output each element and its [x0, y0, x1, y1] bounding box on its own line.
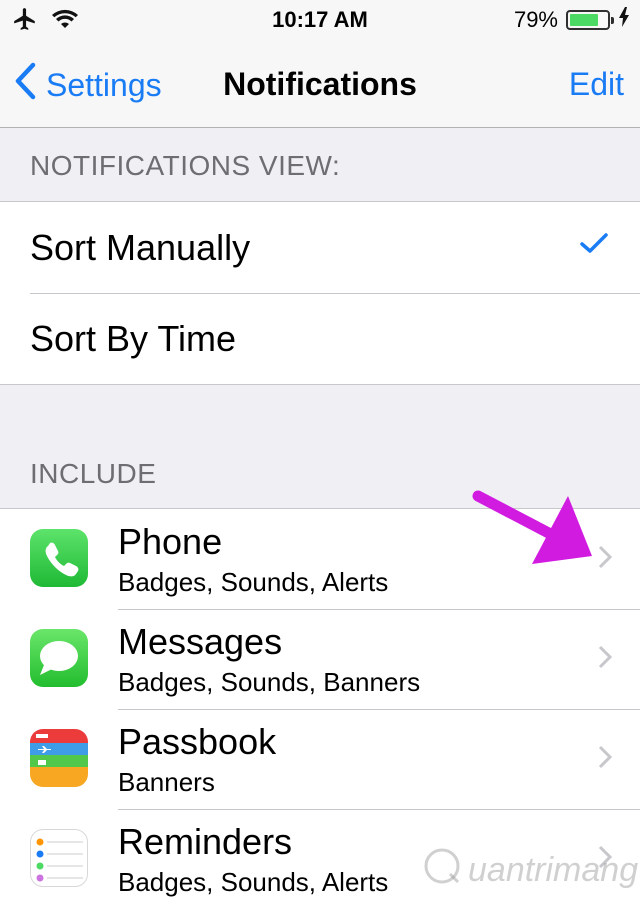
navigation-bar: Settings Notifications Edit	[0, 40, 640, 128]
passbook-icon	[30, 729, 88, 787]
battery-percentage: 79%	[513, 7, 558, 32]
app-row-passbook[interactable]: Passbook Banners	[0, 709, 640, 809]
chevron-right-icon	[598, 745, 612, 769]
battery-icon	[566, 10, 614, 30]
sort-by-time-option[interactable]: Sort By Time	[0, 293, 640, 384]
section-header-include: INCLUDE	[30, 458, 157, 489]
sort-manually-option[interactable]: Sort Manually	[0, 202, 640, 293]
battery-level-fill	[570, 14, 599, 26]
edit-button[interactable]: Edit	[569, 66, 624, 103]
watermark-logo-icon	[422, 846, 462, 895]
watermark: uantrimang	[422, 846, 638, 895]
app-notification-styles: Badges, Sounds, Alerts	[118, 867, 389, 897]
notifications-view-group: Sort Manually Sort By Time	[0, 201, 640, 385]
chevron-right-icon	[598, 545, 612, 569]
charging-icon	[618, 7, 630, 33]
app-notification-styles: Banners	[118, 767, 215, 797]
status-bar: 10:17 AM 79%	[0, 0, 640, 40]
app-name: Phone	[118, 521, 223, 562]
app-notification-styles: Badges, Sounds, Alerts	[118, 567, 389, 597]
app-name: Messages	[118, 621, 283, 662]
status-right: 79%	[514, 7, 630, 33]
phone-icon	[30, 529, 88, 587]
option-label: Sort By Time	[30, 317, 237, 359]
annotation-arrow-icon	[472, 490, 592, 564]
app-notification-styles: Badges, Sounds, Banners	[118, 667, 421, 697]
app-name: Passbook	[118, 721, 277, 762]
reminders-icon	[30, 829, 88, 887]
app-row-messages[interactable]: Messages Badges, Sounds, Banners	[0, 609, 640, 709]
section-header-notifications-view: NOTIFICATIONS VIEW:	[30, 150, 341, 181]
chevron-right-icon	[598, 645, 612, 669]
messages-icon	[30, 629, 88, 687]
checkmark-icon	[580, 233, 608, 253]
page-title: Notifications	[223, 66, 417, 102]
option-label: Sort Manually	[30, 226, 251, 268]
watermark-text: uantrimang	[468, 851, 639, 889]
app-name: Reminders	[118, 821, 293, 862]
